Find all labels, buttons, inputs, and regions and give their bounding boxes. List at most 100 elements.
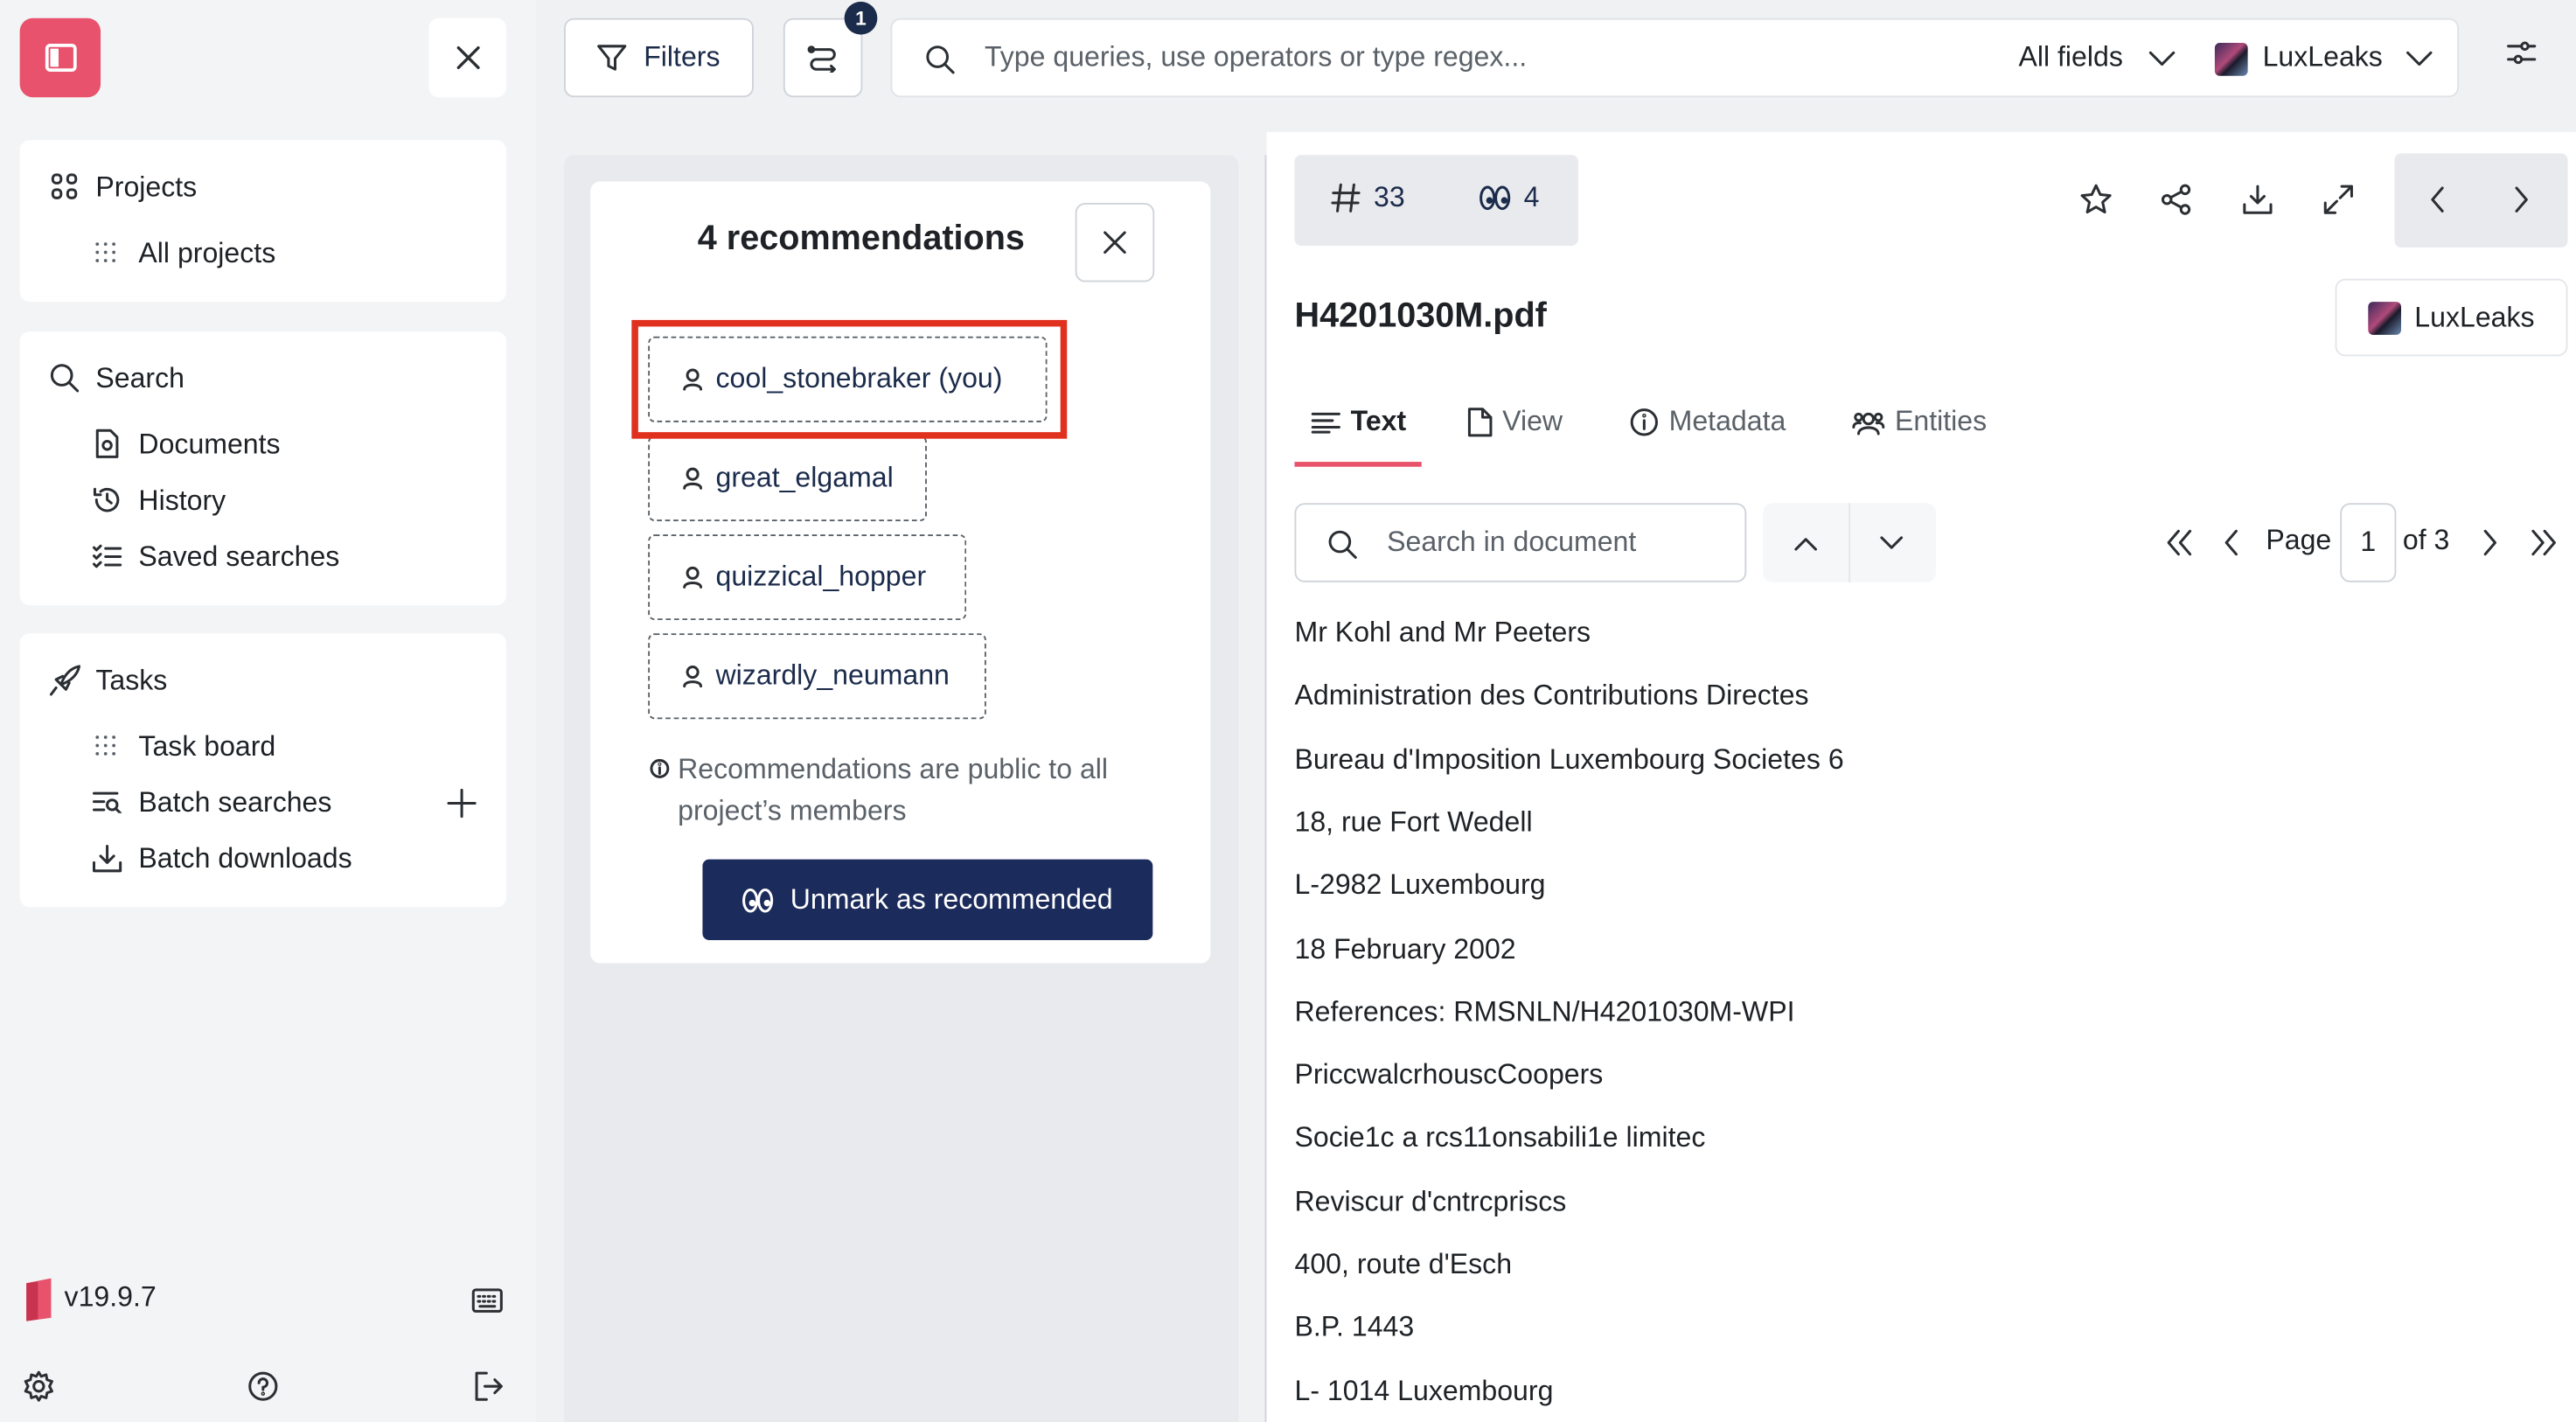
document-title: H4201030M.pdf (1294, 296, 1547, 335)
search-input[interactable]: Type queries, use operators or type rege… (985, 41, 1527, 74)
route-icon (807, 45, 836, 73)
projects-icon (51, 173, 78, 199)
last-page-icon[interactable] (2530, 529, 2558, 556)
project-avatar (2214, 43, 2248, 76)
people-icon (1852, 412, 1885, 436)
search-result-navigation (1763, 503, 1937, 582)
project-select[interactable]: LuxLeaks (2263, 41, 2383, 74)
download-icon (92, 845, 122, 873)
star-icon[interactable] (2079, 183, 2113, 216)
sidebar-item-batch-downloads[interactable]: Batch downloads (138, 843, 352, 876)
sidebar-toggle-button[interactable] (19, 17, 101, 98)
previous-document-icon[interactable] (2429, 186, 2446, 213)
document-text-line: Bureau d'Imposition Luxembourg Societes … (1294, 742, 1844, 775)
tab-text[interactable]: Text (1311, 406, 1406, 439)
version-label: v19.9.7 (64, 1281, 157, 1314)
document-text-line: 18, rue Fort Wedell (1294, 806, 1533, 838)
chevron-up-icon[interactable] (1794, 536, 1817, 551)
page-total: of 3 (2402, 524, 2450, 556)
user-chip-label: great_elgamal (715, 462, 894, 493)
user-icon (683, 467, 703, 490)
chevron-down-icon[interactable] (1880, 536, 1904, 551)
expand-icon[interactable] (2322, 183, 2355, 216)
projects-title: Projects (95, 171, 198, 203)
tab-metadata[interactable]: Metadata (1629, 406, 1786, 439)
batch-search-icon (92, 791, 122, 813)
next-page-icon[interactable] (2482, 529, 2498, 556)
active-tab-indicator (1294, 462, 1422, 467)
document-text-line: Administration des Contributions Directe… (1294, 680, 1809, 712)
recommender-user-chip[interactable]: quizzical_hopper (648, 534, 967, 621)
document-text-line: Reviscur d'cntrcpriscs (1294, 1185, 1567, 1217)
filter-icon (597, 45, 627, 71)
recommender-user-chip[interactable]: great_elgamal (648, 435, 927, 521)
sidebar-item-task-board[interactable]: Task board (138, 730, 275, 763)
search-title: Search (95, 362, 184, 394)
keyboard-icon[interactable] (471, 1288, 503, 1313)
user-icon (683, 566, 703, 589)
help-icon[interactable] (247, 1370, 279, 1402)
sidebar-item-documents[interactable]: Documents (138, 429, 280, 462)
document-text-line: References: RMSNLN/H4201030M-WPI (1294, 995, 1795, 1028)
divider (1848, 503, 1851, 582)
recommendations-counter[interactable]: 4 (1479, 181, 1540, 214)
filters-button[interactable]: Filters (564, 17, 754, 98)
document-counters: 33 4 (1294, 155, 1578, 247)
download-icon[interactable] (2241, 183, 2274, 216)
plus-icon[interactable] (447, 788, 477, 819)
tasks-card: Tasks Task board Batch searches Batch do… (19, 633, 507, 908)
unmark-recommended-button[interactable]: Unmark as recommended (702, 859, 1153, 941)
projects-card: Projects All projects (19, 140, 507, 303)
page-number-input[interactable]: 1 (2340, 503, 2397, 582)
search-icon (926, 45, 955, 74)
document-project-chip[interactable]: LuxLeaks (2335, 278, 2568, 357)
recommendations-title: 4 recommendations (697, 219, 1025, 258)
highlight-box (631, 319, 1068, 439)
filters-label: Filters (644, 41, 721, 73)
sidebar-item-all-projects[interactable]: All projects (138, 238, 275, 271)
document-text-line: 18 February 2002 (1294, 932, 1516, 965)
recommender-user-chip[interactable]: wizardly_neumann (648, 633, 986, 720)
text-lines-icon (1311, 412, 1340, 434)
tags-counter[interactable]: 33 (1331, 181, 1405, 214)
document-text-line: Socie1c a rcs11onsabili1e limitec (1294, 1122, 1706, 1154)
user-icon (683, 666, 703, 688)
hash-icon (1331, 183, 1361, 213)
logout-icon[interactable] (473, 1370, 505, 1402)
search-icon (1328, 530, 1357, 559)
gear-icon[interactable] (23, 1370, 54, 1402)
sliders-icon[interactable] (2507, 39, 2537, 66)
chevron-down-icon (2406, 51, 2433, 66)
search-bar[interactable]: Type queries, use operators or type rege… (890, 17, 2460, 98)
eyes-icon (1479, 185, 1511, 211)
close-icon (1104, 231, 1126, 254)
document-text-line: PriccwalcrhouscCoopers (1294, 1058, 1604, 1091)
sidebar-item-saved-searches[interactable]: Saved searches (138, 541, 339, 575)
document-navigation (2394, 153, 2568, 247)
share-icon[interactable] (2161, 183, 2194, 216)
history-icon (93, 487, 120, 512)
close-sidebar-button[interactable] (428, 17, 507, 98)
next-document-icon[interactable] (2513, 186, 2530, 213)
document-text-line: Mr Kohl and Mr Peeters (1294, 617, 1591, 649)
previous-page-icon[interactable] (2223, 529, 2239, 556)
page-label: Page (2266, 524, 2332, 556)
tasks-title: Tasks (95, 665, 168, 696)
sidebar-item-batch-searches[interactable]: Batch searches (138, 787, 331, 820)
tab-entities[interactable]: Entities (1852, 406, 1987, 439)
document-icon (95, 429, 119, 458)
fields-select[interactable]: All fields (2018, 41, 2122, 74)
rocket-icon (49, 665, 81, 696)
info-icon (1630, 408, 1658, 436)
tab-view[interactable]: View (1467, 406, 1563, 439)
saved-list-icon (92, 544, 122, 568)
first-page-icon[interactable] (2165, 529, 2193, 556)
task-board-icon (95, 735, 116, 756)
close-recommendations-button[interactable] (1075, 202, 1155, 282)
document-text-line: B.P. 1443 (1294, 1311, 1415, 1343)
sidebar-item-history[interactable]: History (138, 484, 226, 518)
eyes-icon (742, 888, 774, 912)
recommendations-note: Recommendations are public to all projec… (650, 749, 1161, 831)
close-icon (456, 45, 479, 70)
document-search-input[interactable]: Search in document (1294, 503, 1747, 582)
